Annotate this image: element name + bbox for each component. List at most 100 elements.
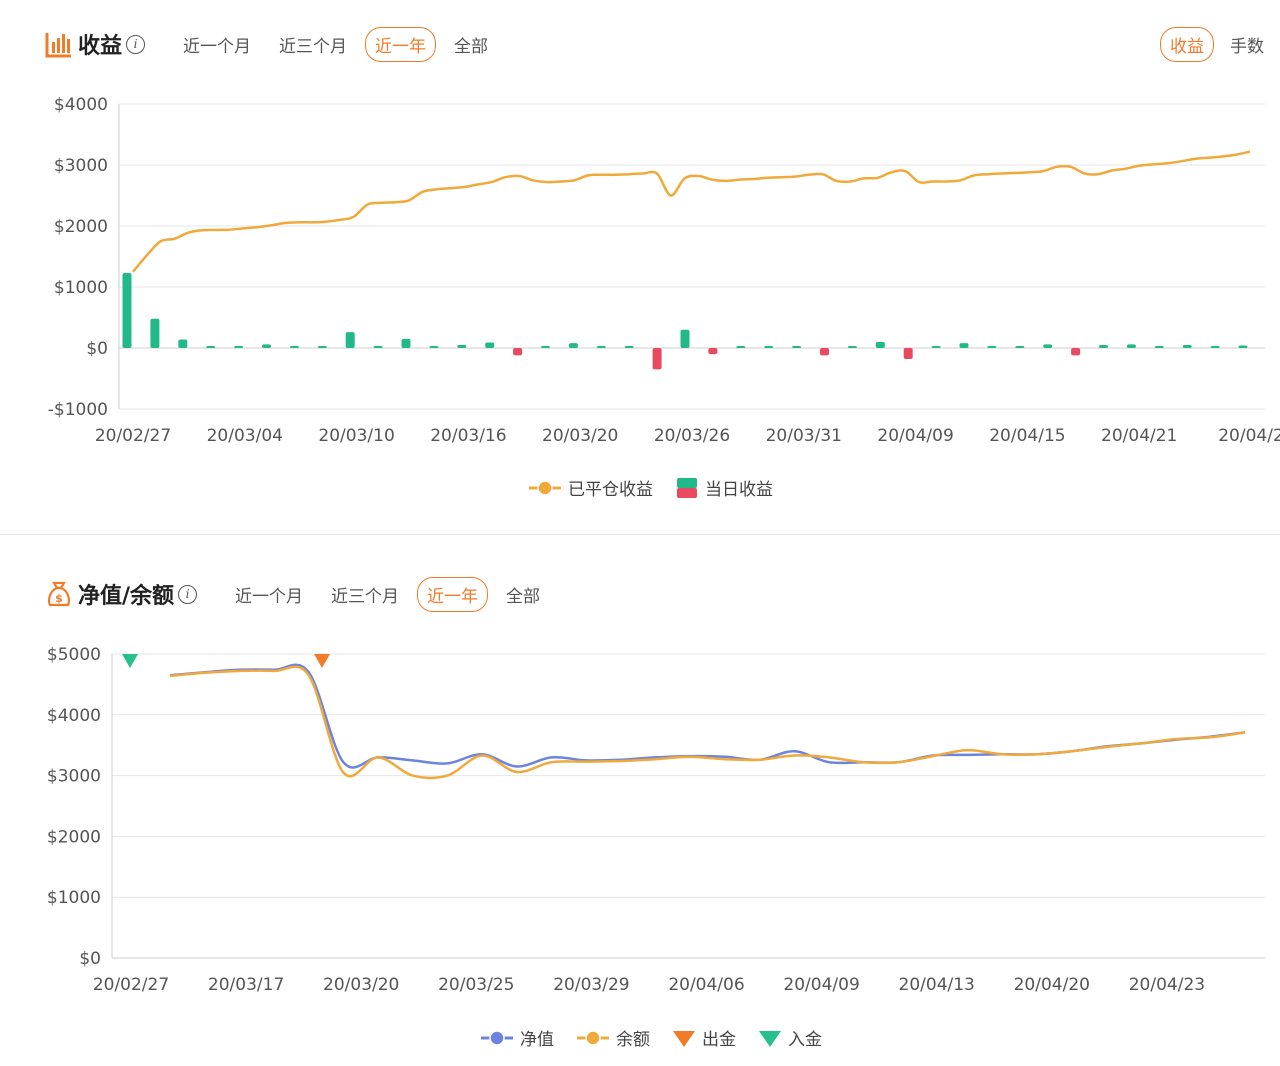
legend-triangle-swatch [759,1030,781,1047]
daily-profit-bar[interactable] [624,346,634,348]
daily-profit-bar[interactable] [903,348,913,359]
daily-profit-bar[interactable] [1015,346,1025,348]
panel-divider [0,534,1280,535]
equity-panel: $ 净值/余额 i 近一个月 近三个月 近一年 全部 $5000 $4000 $3000 $… [0,536,1280,1066]
legend-bar-swatch [677,477,697,498]
y-tick-label: $0 [86,339,108,359]
daily-profit-bar[interactable] [122,272,132,348]
legend-label: 出金 [702,1030,736,1050]
daily-profit-bar[interactable] [680,329,690,348]
daily-profit-bar[interactable] [429,346,439,348]
x-tick-label: 20/03/25 [438,975,514,995]
legend-line-swatch [481,1029,513,1046]
daily-profit-bar[interactable] [206,346,216,348]
legend-label: 当日收益 [705,480,773,500]
daily-profit-bar[interactable] [262,344,271,348]
legend-item[interactable]: 已平仓收益 [528,475,653,500]
daily-profit-bar[interactable] [764,346,774,348]
legend-item[interactable]: 出金 [672,1025,736,1050]
daily-profit-bar[interactable] [317,346,327,348]
daily-profit-bar[interactable] [1126,344,1136,348]
withdrawal-marker[interactable] [314,654,330,668]
x-tick-label: 20/02/27 [93,975,169,995]
daily-profit-bar[interactable] [792,346,802,348]
y-tick-label: $2000 [47,827,101,847]
y-tick-label: $3000 [47,767,101,787]
x-tick-label: 20/03/31 [766,426,842,446]
x-tick-label: 20/03/20 [323,975,399,995]
daily-profit-bar[interactable] [931,346,941,348]
daily-profit-bar[interactable] [736,346,746,348]
x-tick-label: 20/03/26 [654,426,730,446]
x-tick-label: 20/03/04 [207,426,283,446]
daily-profit-bar[interactable] [847,346,857,348]
y-tick-label: $0 [79,949,101,969]
daily-profit-bar[interactable] [875,341,885,348]
daily-profit-bar[interactable] [1099,344,1108,348]
daily-profit-bar[interactable] [345,332,355,348]
profit-panel: 收益 i 近一个月 近三个月 近一年 全部 收益 手数 $4000 $3000 $2000 $… [0,0,1280,535]
equity-line[interactable] [169,663,1246,769]
legend-line-swatch [529,479,561,496]
daily-profit-bar[interactable] [178,339,188,348]
daily-profit-bar[interactable] [150,318,160,348]
x-tick-label: 20/04/23 [1129,975,1205,995]
daily-profit-bar[interactable] [1210,346,1220,348]
legend-line-swatch [577,1029,609,1046]
daily-profit-bar[interactable] [1154,346,1164,348]
daily-profit-bar[interactable] [1182,344,1192,348]
daily-profit-bar[interactable] [289,346,299,348]
daily-profit-bar[interactable] [457,344,467,348]
deposit-marker[interactable] [122,654,138,668]
y-tick-label: $4000 [54,95,108,115]
daily-profit-bar[interactable] [959,343,969,348]
daily-profit-bar[interactable] [568,343,578,348]
daily-profit-bar[interactable] [1238,345,1248,348]
y-tick-label: $5000 [47,645,101,665]
daily-profit-bar[interactable] [401,338,411,348]
legend-label: 净值 [520,1030,554,1050]
x-tick-label: 20/03/17 [208,975,284,995]
legend-label: 入金 [788,1030,822,1050]
profit-legend: 已平仓收益 当日收益 [528,475,773,500]
daily-profit-bar[interactable] [234,346,244,348]
legend-label: 已平仓收益 [568,480,653,500]
daily-profit-bar[interactable] [987,346,997,348]
daily-profit-bar[interactable] [1043,344,1053,348]
x-tick-label: 20/04/09 [783,975,859,995]
profit-chart: $4000 $3000 $2000 $1000 $0 -$1000 20/02/27 20/0… [48,95,1280,446]
y-tick-label: $3000 [54,156,108,176]
daily-profit-bar[interactable] [541,346,550,348]
daily-profit-bar[interactable] [485,342,495,348]
equity-chart: $5000 $4000 $3000 $2000 $1000 $0 20/02/27 20/03… [47,645,1265,995]
y-tick-label: $1000 [54,278,108,298]
balance-line[interactable] [169,665,1246,780]
x-tick-label: 20/03/16 [430,426,506,446]
x-tick-label: 20/03/20 [542,426,618,446]
closed-profit-line[interactable] [132,150,1251,273]
legend-item[interactable]: 净值 [480,1025,554,1050]
x-tick-label: 20/04/09 [877,426,953,446]
daily-profit-bar[interactable] [596,346,606,348]
x-tick-label: 20/03/29 [553,975,629,995]
y-tick-label: -$1000 [48,400,108,420]
legend-triangle-swatch [673,1030,695,1047]
y-tick-label: $2000 [54,217,108,237]
y-tick-label: $4000 [47,706,101,726]
daily-profit-bar[interactable] [513,348,523,356]
legend-item[interactable]: 当日收益 [675,475,773,500]
x-tick-label: 20/04/2 [1218,426,1280,446]
x-tick-label: 20/04/20 [1014,975,1090,995]
daily-profit-bar[interactable] [652,348,662,370]
daily-profit-bar[interactable] [373,346,383,348]
legend-item[interactable]: 入金 [758,1025,822,1050]
x-tick-label: 20/04/06 [668,975,744,995]
equity-legend: 净值 余额 出金 入金 [480,1025,822,1050]
y-tick-label: $1000 [47,888,101,908]
daily-profit-bar[interactable] [1071,348,1081,356]
daily-profit-bar[interactable] [820,348,829,356]
legend-item[interactable]: 余额 [576,1025,650,1050]
x-tick-label: 20/04/21 [1101,426,1177,446]
daily-profit-bar[interactable] [708,348,718,355]
x-tick-label: 20/04/15 [989,426,1065,446]
